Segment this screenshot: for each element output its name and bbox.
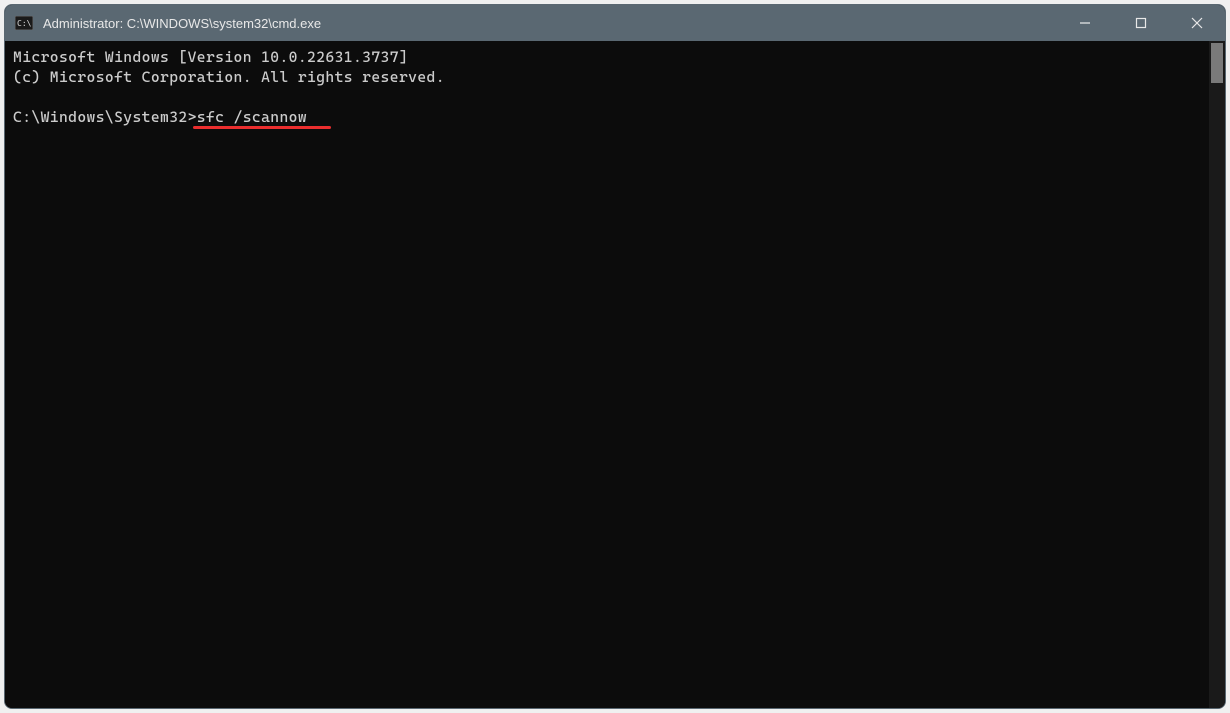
command-text: sfc /scannow bbox=[197, 108, 307, 126]
close-icon bbox=[1191, 17, 1203, 29]
scrollbar-track[interactable] bbox=[1209, 41, 1225, 708]
annotation-underline bbox=[193, 126, 331, 129]
minimize-button[interactable] bbox=[1057, 5, 1113, 41]
svg-text:C:\: C:\ bbox=[17, 19, 32, 28]
prompt-line: C:\Windows\System32>sfc /scannow bbox=[13, 107, 1217, 127]
scrollbar-thumb[interactable] bbox=[1211, 43, 1223, 83]
terminal-output[interactable]: Microsoft Windows [Version 10.0.22631.37… bbox=[5, 41, 1225, 708]
copyright-line: (c) Microsoft Corporation. All rights re… bbox=[13, 67, 1217, 87]
window-title: Administrator: C:\WINDOWS\system32\cmd.e… bbox=[43, 16, 1057, 31]
maximize-icon bbox=[1135, 17, 1147, 29]
titlebar[interactable]: C:\ Administrator: C:\WINDOWS\system32\c… bbox=[5, 5, 1225, 41]
minimize-icon bbox=[1079, 17, 1091, 29]
maximize-button[interactable] bbox=[1113, 5, 1169, 41]
window-controls bbox=[1057, 5, 1225, 41]
terminal-window: C:\ Administrator: C:\WINDOWS\system32\c… bbox=[4, 4, 1226, 709]
close-button[interactable] bbox=[1169, 5, 1225, 41]
prompt-text: C:\Windows\System32> bbox=[13, 108, 197, 126]
cmd-icon: C:\ bbox=[15, 15, 33, 31]
version-line: Microsoft Windows [Version 10.0.22631.37… bbox=[13, 47, 1217, 67]
